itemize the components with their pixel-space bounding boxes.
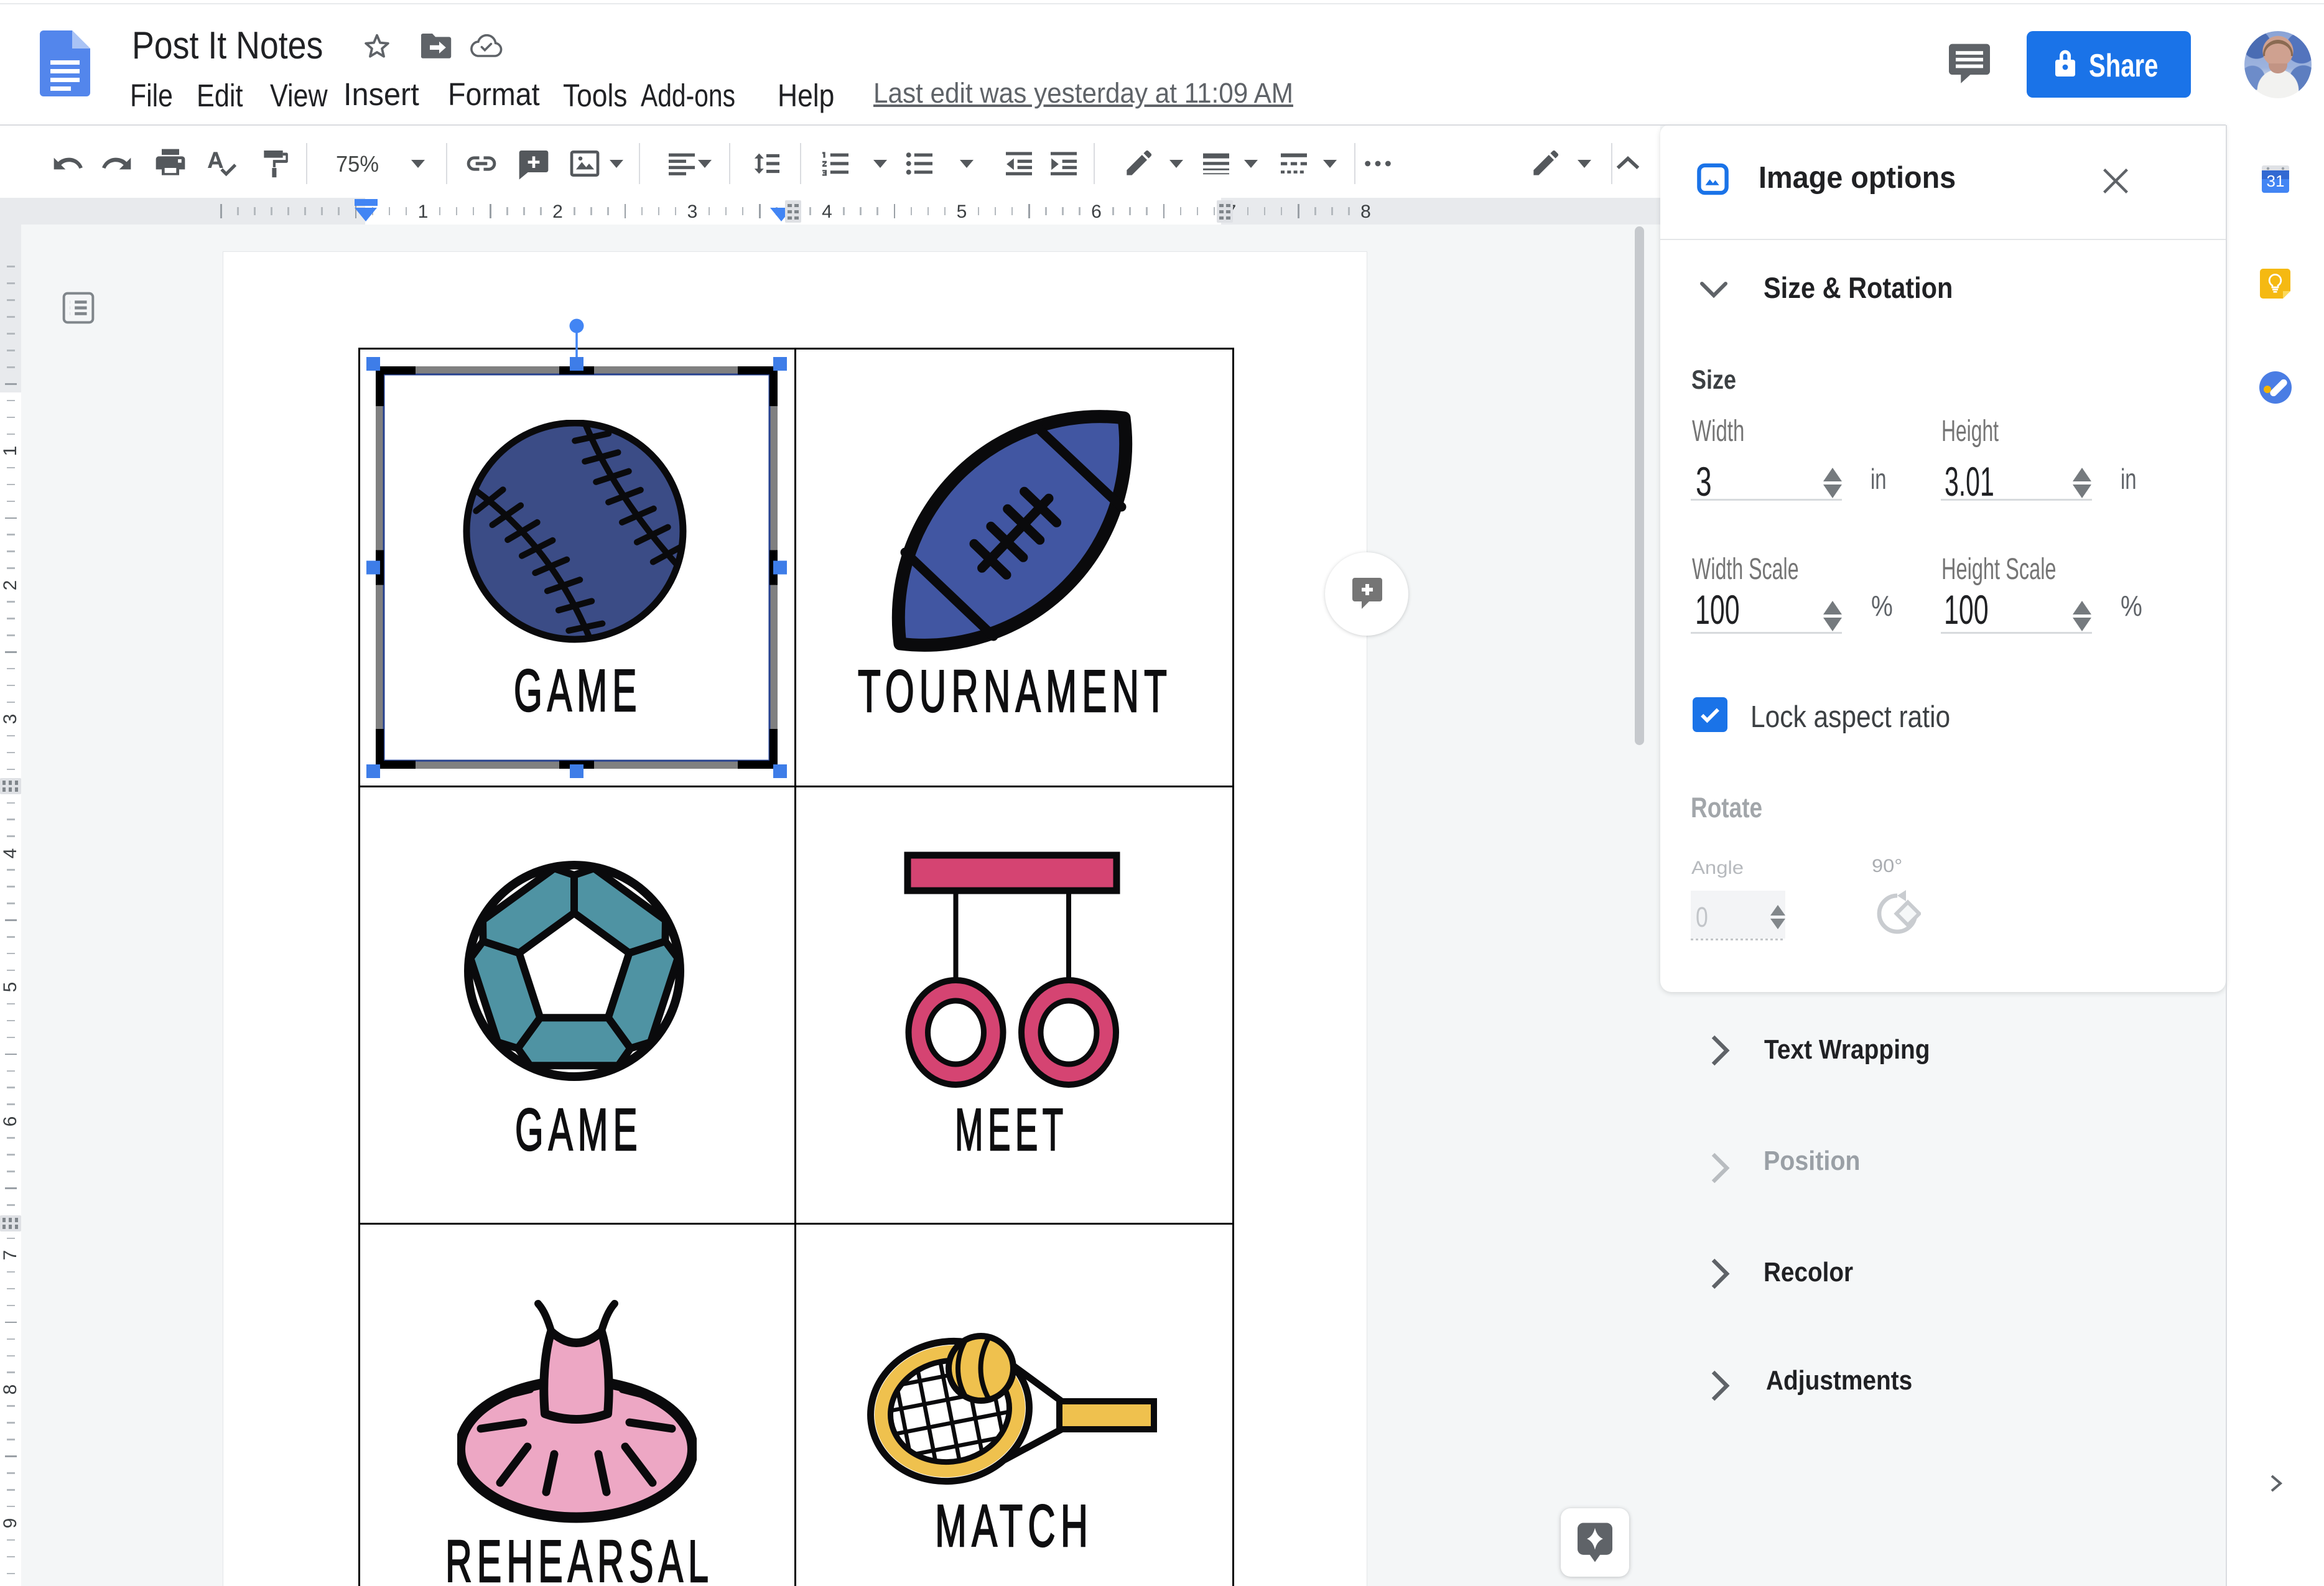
svg-text:31: 31 [2267, 172, 2285, 190]
